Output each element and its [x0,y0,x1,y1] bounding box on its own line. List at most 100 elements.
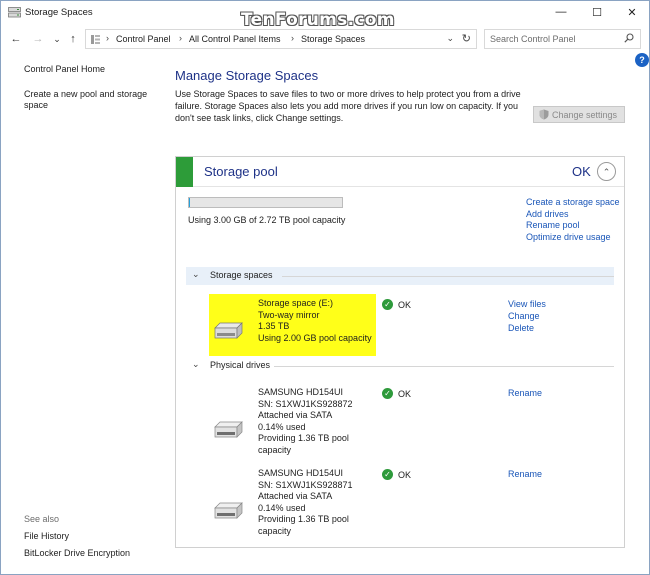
breadcrumb-separator[interactable]: › [291,33,294,43]
create-storage-space-link[interactable]: Create a storage space [526,197,621,209]
window-title: Storage Spaces [25,7,93,18]
change-settings-button[interactable]: Change settings [533,106,625,123]
storage-space-usage: Using 2.00 GB pool capacity [258,332,372,343]
rename-pool-link[interactable]: Rename pool [526,220,621,232]
section-divider [282,276,614,277]
forward-arrow-icon[interactable]: → [31,31,45,47]
drive-details: SAMSUNG HD154UI SN: S1XWJ1KS928871 Attac… [258,468,353,537]
section-chevron-icon[interactable]: ⌄ [192,269,200,280]
section-divider [274,366,614,367]
breadcrumb-control-panel[interactable]: Control Panel [116,34,171,44]
search-input[interactable]: Search Control Panel [484,29,641,49]
drive-status-text: OK [398,469,412,480]
pool-usage-text: Using 3.00 GB of 2.72 TB pool capacity [188,215,346,225]
recent-locations-chevron-icon[interactable]: ⌄ [50,31,64,47]
drive-name: SAMSUNG HD154UI [258,468,344,478]
change-settings-label: Change settings [552,109,618,120]
pool-capacity-progress [188,197,343,208]
storage-spaces-app-icon [8,7,21,18]
drive-links: Rename [508,468,542,480]
ok-check-icon: ✓ [382,469,393,480]
see-also-heading: See also [24,514,60,524]
drive-status: ✓ OK [382,388,411,399]
breadcrumb-all-items[interactable]: All Control Panel Items [189,34,281,44]
storage-space-status: ✓ OK [382,299,411,310]
breadcrumb-separator: › [106,33,109,43]
view-files-link[interactable]: View files [508,298,546,310]
drive-providing: Providing 1.36 TB pool [258,433,349,443]
storage-space-links: View files Change Delete [508,298,546,334]
minimize-button[interactable]: — [543,1,579,23]
page-title: Manage Storage Spaces [175,68,319,83]
breadcrumb-separator[interactable]: › [179,33,182,43]
delete-link[interactable]: Delete [508,322,546,334]
storage-space-resiliency: Two-way mirror [258,309,320,320]
storage-space-size: 1.35 TB [258,321,290,331]
control-panel-icon [91,35,100,44]
physical-drives-section-header[interactable]: ⌄ Physical drives [186,357,614,375]
pool-task-links: Create a storage space Add drives Rename… [526,197,621,243]
create-pool-link[interactable]: Create a new pool and storage space [24,89,159,111]
page-description: Use Storage Spaces to save files to two … [175,89,521,123]
control-panel-home-link[interactable]: Control Panel Home [24,64,159,75]
ok-check-icon: ✓ [382,388,393,399]
drive-serial: SN: S1XWJ1KS928871 [258,479,353,490]
file-history-link[interactable]: File History [24,531,130,541]
search-placeholder: Search Control Panel [490,34,576,44]
storage-spaces-label: Storage spaces [210,270,273,280]
see-also-links: File History BitLocker Drive Encryption [24,531,130,565]
ok-check-icon: ✓ [382,299,393,310]
drive-connection: Attached via SATA [258,410,333,420]
storage-pool-title: Storage pool [204,164,278,179]
address-dropdown-icon[interactable]: ⌄ [446,33,454,44]
physical-drive-item: SAMSUNG HD154UI SN: S1XWJ1KS928872 Attac… [176,385,624,461]
drive-status: ✓ OK [382,469,411,480]
physical-drive-item: SAMSUNG HD154UI SN: S1XWJ1KS928871 Attac… [176,466,624,542]
address-bar[interactable]: › Control Panel › All Control Panel Item… [85,29,477,49]
pool-status-bar [176,157,193,187]
hard-drive-icon [214,502,243,519]
back-arrow-icon[interactable]: ← [9,31,23,47]
drive-providing: Providing 1.36 TB pool [258,514,349,524]
hard-drive-icon [214,421,243,438]
maximize-button[interactable]: ☐ [579,1,615,23]
breadcrumb-storage-spaces[interactable]: Storage Spaces [301,34,365,44]
physical-drives-label: Physical drives [210,360,271,370]
drive-connection: Attached via SATA [258,491,333,501]
refresh-icon[interactable]: ↻ [462,32,471,45]
drive-providing-cont: capacity [258,525,292,536]
drive-serial: SN: S1XWJ1KS928872 [258,398,353,409]
address-toolbar: ← → ⌄ ↑ › Control Panel › All Control Pa… [1,27,649,51]
left-navigation: Control Panel Home Create a new pool and… [24,64,159,111]
up-arrow-icon[interactable]: ↑ [66,31,80,47]
storage-pool-panel: Storage pool OK ⌃ Using 3.00 GB of 2.72 … [175,156,625,548]
collapse-chevron-icon[interactable]: ⌃ [597,162,616,181]
rename-drive-link[interactable]: Rename [508,468,542,480]
drive-used: 0.14% used [258,502,306,513]
add-drives-link[interactable]: Add drives [526,209,621,221]
section-chevron-icon[interactable]: ⌄ [192,359,200,370]
drive-providing-cont: capacity [258,444,292,455]
storage-space-drive-icon [214,322,243,339]
pool-status-text: OK [572,164,591,179]
bitlocker-link[interactable]: BitLocker Drive Encryption [24,548,130,558]
storage-space-status-text: OK [398,299,412,310]
optimize-drive-usage-link[interactable]: Optimize drive usage [526,232,621,244]
title-bar[interactable]: Storage Spaces TenForums.com — ☐ ✕ [1,1,650,30]
drive-status-text: OK [398,388,412,399]
storage-space-details: Storage space (E:) Two-way mirror 1.35 T… [258,298,372,344]
storage-pool-header[interactable]: Storage pool OK ⌃ [176,157,624,187]
drive-links: Rename [508,387,542,399]
close-button[interactable]: ✕ [614,1,650,23]
drive-details: SAMSUNG HD154UI SN: S1XWJ1KS928872 Attac… [258,387,353,456]
drive-used: 0.14% used [258,421,306,432]
help-icon[interactable]: ? [635,53,649,67]
storage-spaces-section-header[interactable]: ⌄ Storage spaces [186,267,614,285]
storage-spaces-window: Storage Spaces TenForums.com — ☐ ✕ ← → ⌄… [0,0,650,575]
rename-drive-link[interactable]: Rename [508,387,542,399]
change-link[interactable]: Change [508,310,546,322]
storage-space-name: Storage space (E:) [258,298,334,308]
pool-capacity-fill [189,198,190,207]
drive-name: SAMSUNG HD154UI [258,387,344,397]
search-icon[interactable] [624,33,634,43]
